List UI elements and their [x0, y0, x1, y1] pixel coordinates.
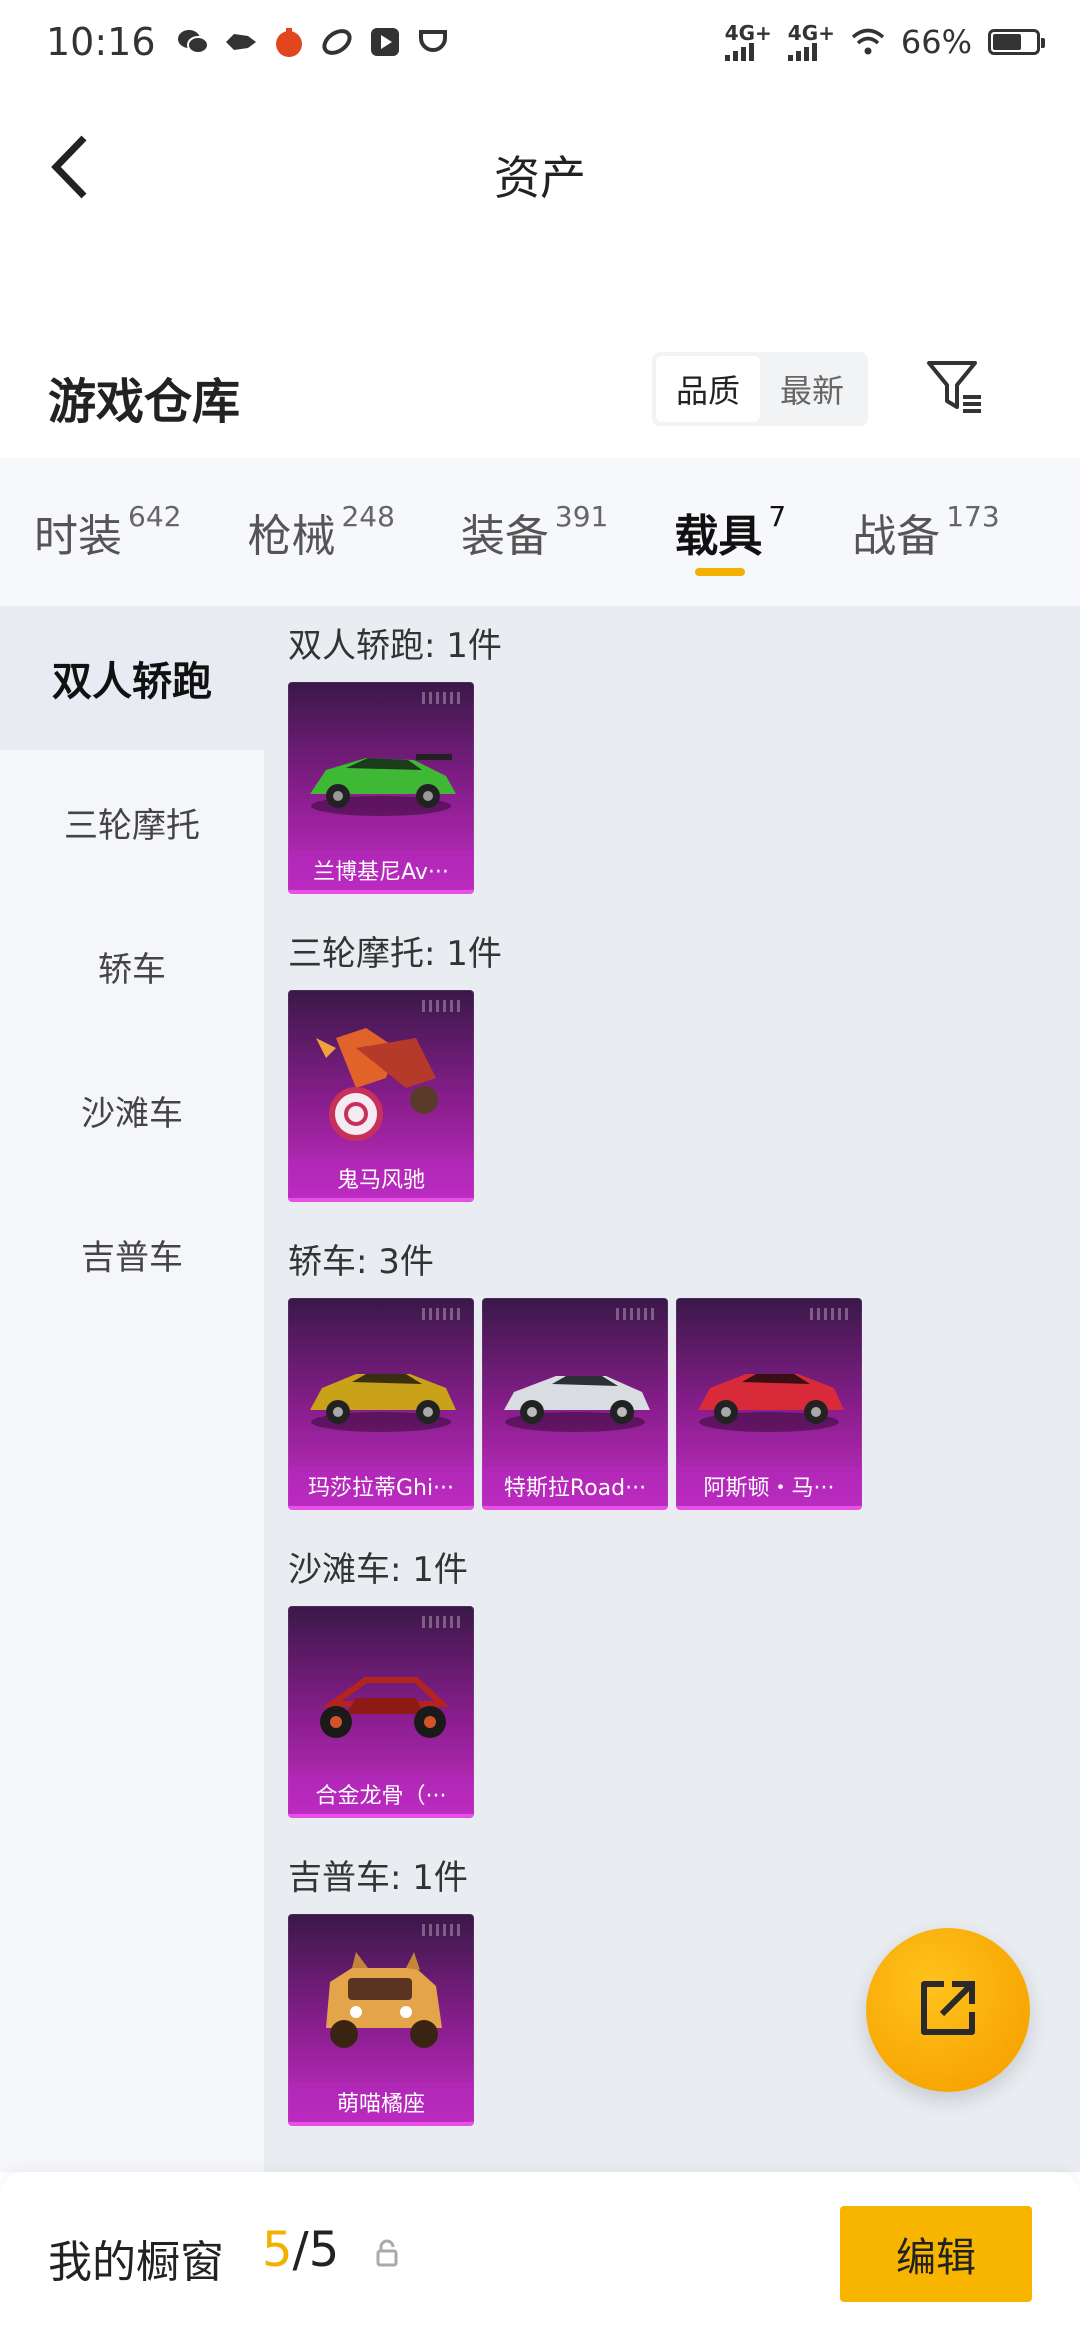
link-icon [320, 25, 354, 59]
status-bar: 10:16 4G+ 4G+ 66% [0, 0, 1080, 84]
vehicle-name: 玛莎拉蒂Ghi··· [288, 1466, 474, 1506]
card-decoration [422, 1924, 462, 1936]
group-title: 沙滩车: 1件 [288, 1549, 468, 1590]
tab-battle-gear[interactable]: 战备 173 [852, 458, 999, 606]
share-fab[interactable] [866, 1928, 1030, 2092]
showcase-total: 5 [308, 2222, 340, 2278]
tab-label: 载具 [674, 511, 763, 562]
buggy-image [320, 1677, 450, 1738]
lock-icon [372, 2238, 402, 2268]
cat-jeep-image [326, 1952, 442, 2048]
sort-option-newest[interactable]: 最新 [760, 356, 864, 422]
sidebar-item-coupe[interactable]: 双人轿跑 [0, 606, 264, 750]
notification-icons [176, 25, 450, 59]
page-title: 资产 [494, 151, 586, 205]
sidebar-item-buggy[interactable]: 沙滩车 [0, 1038, 264, 1182]
card-decoration [422, 1616, 462, 1628]
group-coupe: 双人轿跑: 1件 兰博基尼Av··· [288, 606, 1080, 894]
tab-count: 7 [768, 499, 787, 533]
showcase-used: 5 [262, 2222, 293, 2278]
tab-count: 248 [341, 499, 395, 533]
signal-icon: 4G+ [787, 21, 835, 61]
sidebar-item-sedan[interactable]: 轿车 [0, 894, 264, 1038]
subcategory-sidebar: 双人轿跑 三轮摩托 轿车 沙滩车 吉普车 [0, 606, 264, 2172]
sidebar-item-jeep[interactable]: 吉普车 [0, 1182, 264, 1326]
red-coupe-image [698, 1374, 844, 1432]
filter-button[interactable] [920, 352, 990, 426]
vehicle-card[interactable]: 鬼马风驰 [288, 990, 474, 1202]
tab-equipment[interactable]: 装备 391 [461, 458, 608, 606]
silver-roadster-image [504, 1376, 650, 1432]
wifi-icon [851, 25, 885, 59]
share-out-icon [916, 1976, 980, 2044]
status-right: 4G+ 4G+ 66% [724, 21, 1045, 61]
vehicle-card[interactable]: 合金龙骨（··· [288, 1606, 474, 1818]
showcase-label: 我的橱窗 [48, 2237, 224, 2288]
vehicle-name: 兰博基尼Av··· [288, 850, 474, 890]
group-title: 三轮摩托: 1件 [288, 933, 502, 974]
showcase-separator: / [292, 2222, 309, 2278]
tab-weapons[interactable]: 枪械 248 [247, 458, 394, 606]
cup-icon [416, 25, 450, 59]
card-decoration [616, 1308, 656, 1320]
tab-label: 时装 [34, 511, 122, 562]
tab-label: 枪械 [247, 511, 336, 562]
vehicle-name: 阿斯顿・马··· [676, 1466, 862, 1506]
warehouse-header: 游戏仓库 品质 最新 [0, 340, 1080, 450]
vehicle-card[interactable]: 兰博基尼Av··· [288, 682, 474, 894]
vehicle-card[interactable]: 特斯拉Road··· [482, 1298, 668, 1510]
card-decoration [422, 1308, 462, 1320]
vehicle-name: 鬼马风驰 [288, 1158, 474, 1198]
sort-toggle: 品质 最新 [652, 352, 868, 426]
green-sports-car-image [310, 754, 456, 816]
vehicle-card[interactable]: 萌喵橘座 [288, 1914, 474, 2126]
tab-label: 装备 [460, 511, 549, 562]
card-decoration [810, 1308, 850, 1320]
sidebar-item-trike[interactable]: 三轮摩托 [0, 750, 264, 894]
vehicle-name: 合金龙骨（··· [288, 1774, 474, 1814]
group-buggy: 沙滩车: 1件 合金龙骨（··· [288, 1530, 1080, 1818]
edit-button[interactable]: 编辑 [840, 2206, 1032, 2302]
vehicle-name: 萌喵橘座 [288, 2082, 474, 2122]
tab-label: 战备 [852, 511, 941, 562]
group-title: 双人轿跑: 1件 [288, 625, 502, 666]
group-title: 轿车: 3件 [288, 1241, 434, 1282]
network-type-2: 4G+ [787, 21, 835, 45]
tab-count: 391 [554, 499, 609, 533]
signal-icon: 4G+ [724, 21, 772, 61]
tab-count: 173 [946, 499, 1000, 533]
category-tabs: 时装 642 枪械 248 装备 391 载具 7 战备 173 [0, 458, 1080, 606]
tab-count: 642 [128, 499, 182, 533]
fish-icon [224, 25, 258, 59]
gold-sedan-image [310, 1374, 456, 1432]
card-decoration [422, 692, 462, 704]
battery-icon [988, 29, 1045, 55]
vehicle-card[interactable]: 玛莎拉蒂Ghi··· [288, 1298, 474, 1510]
group-sedan: 轿车: 3件 玛莎拉蒂Ghi··· 特斯拉Road··· 阿斯顿・马··· [288, 1222, 1080, 1510]
network-type-1: 4G+ [724, 21, 772, 45]
ghost-trike-image [316, 1028, 438, 1141]
warehouse-title: 游戏仓库 [48, 374, 241, 430]
video-icon [368, 25, 402, 59]
vehicle-name: 特斯拉Road··· [482, 1466, 668, 1506]
tab-vehicles[interactable]: 载具 7 [674, 458, 786, 606]
tab-fashion[interactable]: 时装 642 [34, 458, 181, 606]
battery-percent: 66% [900, 23, 972, 61]
status-time: 10:16 [46, 20, 156, 64]
card-decoration [422, 1000, 462, 1012]
wechat-icon [176, 25, 210, 59]
filter-icon [925, 357, 985, 421]
showcase-bar: 我的橱窗 5/5 编辑 [0, 2172, 1080, 2340]
header: 资产 [0, 84, 1080, 254]
vehicle-card[interactable]: 阿斯顿・马··· [676, 1298, 862, 1510]
group-trike: 三轮摩托: 1件 鬼马风驰 [288, 914, 1080, 1202]
game-icon [272, 25, 306, 59]
group-title: 吉普车: 1件 [288, 1857, 468, 1898]
tab-active-indicator [695, 568, 746, 576]
sort-option-quality[interactable]: 品质 [656, 356, 760, 422]
showcase-count: 5/5 [262, 2222, 339, 2278]
